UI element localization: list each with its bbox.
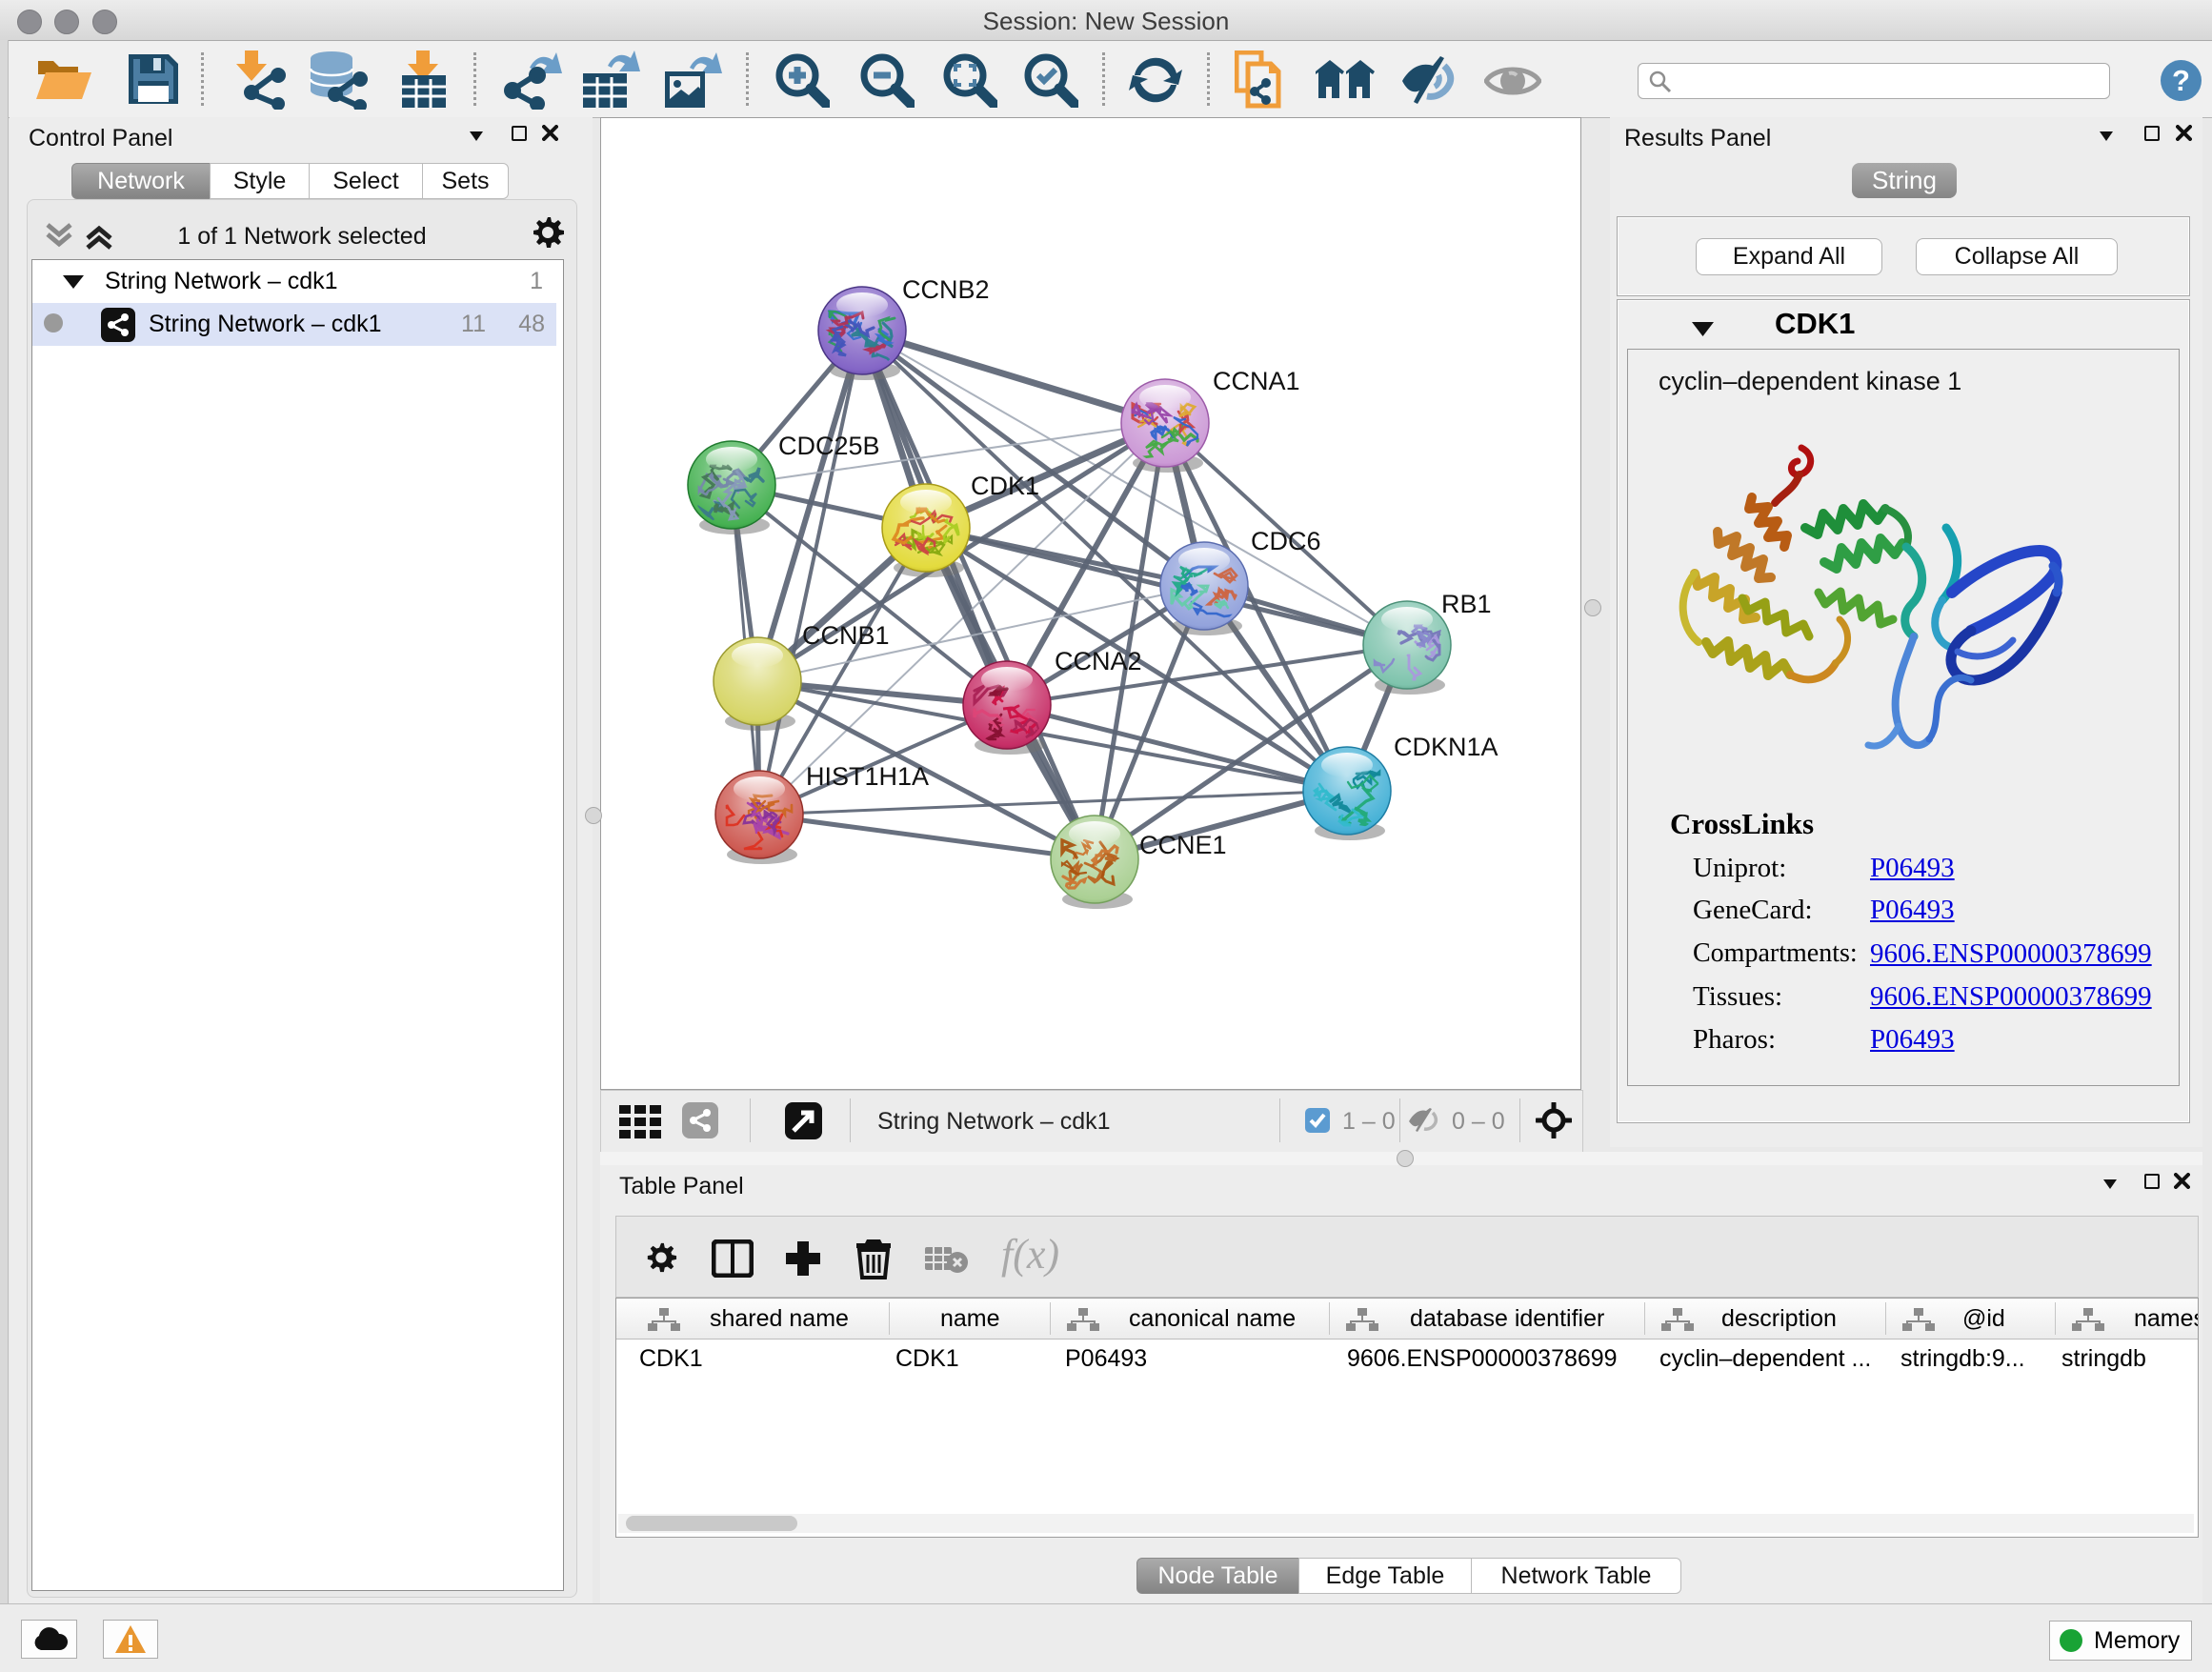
svg-text:CDC6: CDC6 xyxy=(1251,527,1321,555)
svg-text:CDC25B: CDC25B xyxy=(778,432,880,460)
svg-text:CCNB1: CCNB1 xyxy=(802,621,890,650)
svg-text:CDK1: CDK1 xyxy=(971,472,1039,500)
svg-text:CCNE1: CCNE1 xyxy=(1139,831,1227,859)
svg-text:CCNA2: CCNA2 xyxy=(1055,647,1142,675)
svg-text:CCNA1: CCNA1 xyxy=(1213,367,1300,395)
svg-text:CCNB2: CCNB2 xyxy=(902,275,990,304)
svg-text:CDKN1A: CDKN1A xyxy=(1394,733,1498,761)
svg-text:HIST1H1A: HIST1H1A xyxy=(806,762,929,791)
svg-text:RB1: RB1 xyxy=(1441,590,1492,618)
